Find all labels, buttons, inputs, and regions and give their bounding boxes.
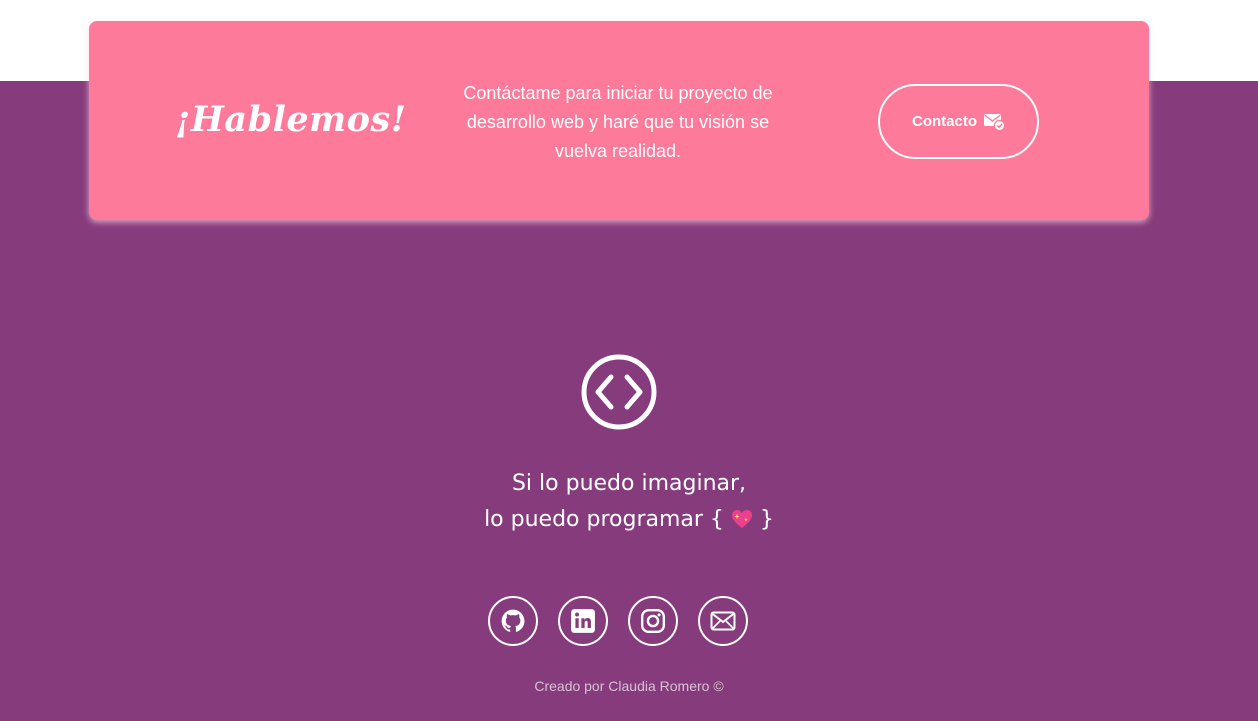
email-icon [710,611,736,631]
tagline: Si lo puedo imaginar, lo puedo programar… [0,466,1258,538]
mail-check-icon [984,113,1005,131]
footer-credit: Creado por Claudia Romero © [534,678,724,694]
sparkling-heart-icon [731,510,752,528]
social-links [488,596,748,646]
github-icon [501,609,525,632]
cta-description: Contáctame para iniciar tu proyecto de d… [463,83,773,161]
tagline-line-2-suffix: } [759,507,774,532]
linkedin-icon [571,609,595,633]
linkedin-link[interactable] [558,596,608,646]
contact-cta-card: ¡Hablemos! Contáctame para iniciar tu pr… [89,21,1149,220]
instagram-link[interactable] [628,596,678,646]
tagline-line-1: Si lo puedo imaginar, [511,471,747,496]
tagline-line-2: lo puedo programar { } [0,502,1258,538]
instagram-icon [640,608,666,634]
cta-title: ¡Hablemos! [175,99,407,140]
contact-button[interactable]: Contacto [878,84,1039,159]
github-link[interactable] [488,596,538,646]
email-link[interactable] [698,596,748,646]
contact-button-label: Contacto [912,113,977,130]
code-icon [581,354,657,430]
tagline-line-2-prefix: lo puedo programar { [484,507,724,532]
